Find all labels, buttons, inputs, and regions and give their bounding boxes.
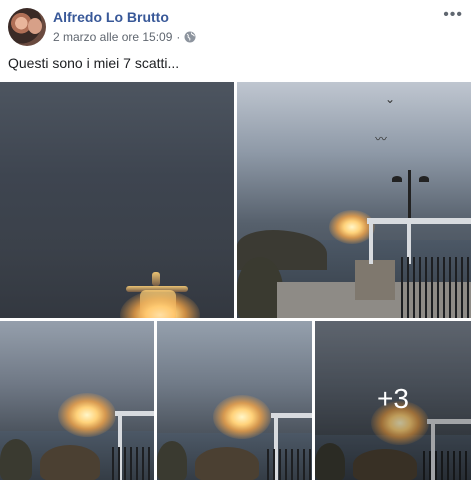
railing-fence bbox=[267, 449, 312, 480]
post-caption: Questi sono i miei 7 scatti... bbox=[8, 55, 180, 71]
photo-2[interactable]: ⌄ 〰 bbox=[237, 82, 471, 318]
pergola bbox=[367, 218, 471, 224]
post-meta: 2 marzo alle ore 15:09 · bbox=[53, 30, 196, 44]
more-options-button[interactable]: ••• bbox=[443, 6, 463, 24]
tree bbox=[0, 439, 32, 480]
post-header: Alfredo Lo Brutto 2 marzo alle ore 15:09… bbox=[0, 0, 471, 50]
sun-glow bbox=[58, 393, 116, 437]
railing-fence bbox=[112, 447, 154, 480]
dot-separator: · bbox=[176, 30, 181, 44]
stone-wall bbox=[355, 260, 395, 300]
photo-1[interactable] bbox=[0, 82, 234, 318]
tree bbox=[195, 447, 259, 480]
seagull-icon: 〰 bbox=[375, 132, 388, 146]
author-avatar[interactable] bbox=[8, 8, 46, 46]
railing-fence bbox=[401, 257, 471, 318]
photo-5-more[interactable]: +3 bbox=[315, 321, 471, 480]
globe-icon[interactable] bbox=[184, 31, 196, 43]
photo-4[interactable] bbox=[157, 321, 312, 480]
light-beam bbox=[152, 272, 160, 286]
sun-glow bbox=[213, 395, 271, 439]
tree bbox=[40, 445, 100, 480]
photo-3[interactable] bbox=[0, 321, 154, 480]
author-name[interactable]: Alfredo Lo Brutto bbox=[53, 9, 169, 25]
seagull-icon: ⌄ bbox=[385, 92, 396, 106]
lamp-light bbox=[419, 176, 429, 182]
more-photos-count[interactable]: +3 bbox=[315, 383, 471, 415]
tree bbox=[157, 441, 187, 480]
post-timestamp[interactable]: 2 marzo alle ore 15:09 bbox=[53, 30, 172, 44]
light-body bbox=[140, 290, 176, 318]
pergola-post bbox=[369, 222, 373, 264]
lamp-light bbox=[392, 176, 402, 182]
